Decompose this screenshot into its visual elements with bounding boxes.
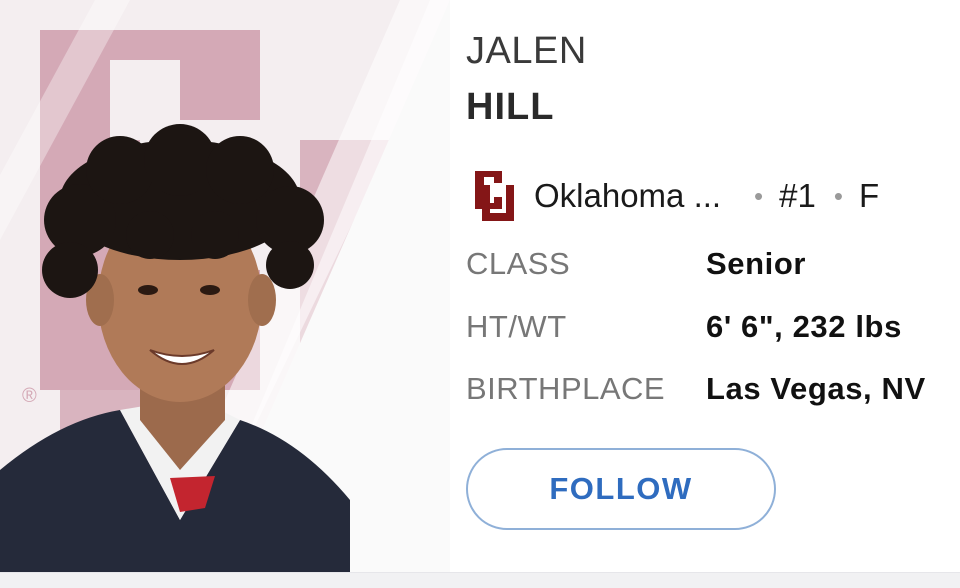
class-label: CLASS — [466, 246, 571, 281]
follow-button[interactable]: FOLLOW — [466, 448, 776, 530]
birthplace-label: BIRTHPLACE — [466, 371, 666, 406]
player-card: ® JALEN HILL Oklahoma ... • #1 • F CLASS… — [0, 0, 960, 572]
height-weight-label: HT/WT — [466, 309, 567, 344]
separator-dot: • — [833, 180, 843, 211]
svg-text:®: ® — [22, 385, 37, 407]
class-row: CLASS Senior — [466, 246, 806, 282]
player-first-name: JALEN — [466, 30, 587, 72]
birthplace-value: Las Vegas, NV — [706, 371, 926, 406]
class-value: Senior — [706, 246, 807, 281]
jersey-number: #1 — [779, 177, 816, 214]
team-name-link[interactable]: Oklahoma ... — [534, 177, 754, 215]
height-weight-value: 6' 6", 232 lbs — [706, 309, 902, 344]
player-position: F — [858, 177, 880, 214]
player-headshot-illustration: ® — [0, 0, 450, 572]
player-photo: ® — [0, 0, 450, 572]
ou-logo-icon[interactable] — [470, 168, 522, 224]
separator-dot: • — [754, 180, 764, 211]
card-bottom-divider — [0, 572, 960, 588]
birthplace-row: BIRTHPLACE Las Vegas, NV — [466, 371, 926, 407]
team-row: Oklahoma ... • #1 • F — [470, 168, 950, 224]
height-weight-row: HT/WT 6' 6", 232 lbs — [466, 309, 902, 345]
player-last-name: HILL — [466, 86, 555, 128]
